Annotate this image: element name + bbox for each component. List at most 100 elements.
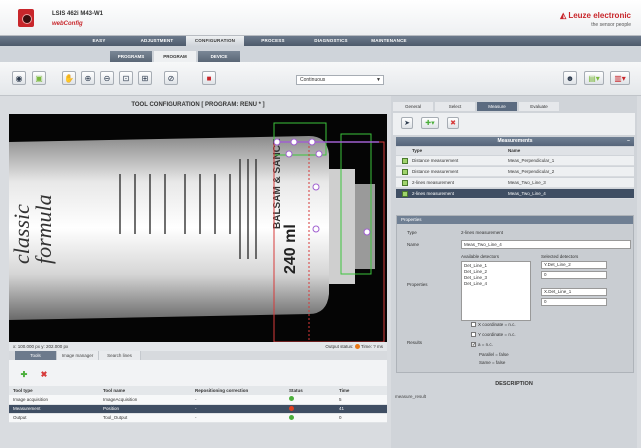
- checkbox-icon[interactable]: [471, 322, 476, 328]
- brand-tagline: the sensor people: [591, 22, 631, 28]
- status-lamp-icon: [354, 344, 360, 350]
- col-tool-type[interactable]: Tool type: [9, 386, 99, 395]
- col-status[interactable]: Status: [285, 386, 335, 395]
- bottle-brand-2: formula: [31, 194, 56, 264]
- checkbox-icon[interactable]: [471, 332, 476, 338]
- result-y-checkbox[interactable]: Y coordinate = n.c.: [471, 332, 516, 338]
- selected-detector-1[interactable]: Y.Det_Line_2: [541, 261, 607, 269]
- table-row[interactable]: Image acquisition ImageAcquisition - 5: [9, 395, 387, 405]
- tool-tabs: General Select Measure Evaluate: [391, 102, 637, 111]
- product-name: webConfig: [52, 21, 83, 27]
- collapse-icon[interactable]: −: [627, 137, 630, 146]
- name-label: Name: [407, 242, 420, 247]
- delete-tool-icon[interactable]: ✖: [39, 369, 49, 379]
- tab-diagnostics[interactable]: DIAGNOSTICS: [302, 36, 360, 46]
- leuze-logo-icon: ◭: [560, 11, 567, 20]
- properties-box: Properties Type 2-lines measurement Name…: [396, 215, 634, 373]
- bottle-volume: 240 ml: [282, 224, 299, 274]
- status-ok-icon: [289, 396, 294, 402]
- camera-icon[interactable]: ◉: [12, 71, 26, 85]
- tools-toolbar: ✚ ✖: [9, 360, 387, 386]
- tab-search-lines[interactable]: Search lines: [99, 351, 141, 360]
- tab-adjustment[interactable]: ADJUSTMENT: [128, 36, 186, 46]
- users-icon[interactable]: ☻: [563, 71, 577, 85]
- table-row[interactable]: Output Tool_Output - 0: [9, 413, 387, 423]
- subtab-programs[interactable]: PROGRAMS: [110, 51, 152, 62]
- brand-logo: ◭ Leuze electronic: [560, 11, 631, 20]
- status-error-icon: [289, 405, 294, 411]
- image-status-bar: x: 100.000 px y: 202.000 px Output statu…: [9, 342, 387, 351]
- add-tool-icon[interactable]: ✚: [19, 369, 29, 379]
- measurements-header: Measurements −: [396, 137, 634, 146]
- check-icon[interactable]: ✓: [471, 342, 476, 348]
- tab-easy[interactable]: EASY: [70, 36, 128, 46]
- save-menu-icon[interactable]: ▤▾: [584, 71, 604, 85]
- available-detectors-label: Available detectors: [461, 254, 499, 259]
- zoom-in-icon[interactable]: ⊕: [81, 71, 95, 85]
- checkbox-icon[interactable]: [402, 157, 408, 164]
- status-ok-icon: [289, 414, 294, 420]
- checkbox-icon[interactable]: [402, 179, 408, 186]
- tab-measure[interactable]: Measure: [477, 102, 517, 111]
- hand-icon[interactable]: ✋: [62, 71, 76, 85]
- tool-configuration-title: TOOL CONFIGURATION [ PROGRAM: RENU * ]: [131, 102, 265, 108]
- result-x-checkbox[interactable]: X coordinate = n.c.: [471, 322, 516, 328]
- device-name: LSIS 462i M43-W1: [52, 11, 104, 17]
- camera-device-icon: [18, 9, 34, 27]
- add-measurement-icon[interactable]: ✚▾: [421, 117, 439, 129]
- export-menu-icon[interactable]: ▥▾: [610, 71, 630, 85]
- trigger-mode-select[interactable]: Continuous ▼: [296, 75, 384, 85]
- available-detectors-list[interactable]: Det_Line_1 Det_Line_2 Det_Line_3 Det_Lin…: [461, 261, 531, 321]
- image-icon[interactable]: ▣: [32, 71, 46, 85]
- zoom-fit-icon[interactable]: ⊡: [119, 71, 133, 85]
- col-repositioning[interactable]: Repositioning correction: [191, 386, 285, 395]
- trigger-icon[interactable]: ■: [202, 71, 216, 85]
- chevron-down-icon: ▼: [376, 77, 381, 83]
- measurements-columns: Type Name: [396, 147, 634, 155]
- list-item[interactable]: Distance measurement Meas_Perpendicular_…: [396, 156, 634, 166]
- name-field[interactable]: Meas_Two_Line_4: [461, 240, 631, 249]
- parallel-result: Parallel = false: [479, 352, 509, 357]
- selected-detector-2-value[interactable]: 0: [541, 298, 607, 306]
- selected-detector-1-value[interactable]: 0: [541, 271, 607, 279]
- list-item[interactable]: 2-lines measurement Meas_Two_Line_3: [396, 178, 634, 188]
- properties-header: Properties: [397, 216, 633, 224]
- measure-toolbar: ➤ ✚▾ ✖: [393, 113, 635, 135]
- col-tool-name[interactable]: Tool name: [99, 386, 191, 395]
- tab-evaluate[interactable]: Evaluate: [519, 102, 559, 111]
- list-item[interactable]: Distance measurement Meas_Perpendicular_…: [396, 167, 634, 177]
- bottle-image: classic formula 240 ml BALSAM & SANCE: [9, 114, 387, 342]
- sub-nav: PROGRAMS PROGRAM DEVICE: [0, 46, 641, 62]
- subtab-device[interactable]: DEVICE: [198, 51, 240, 62]
- description-title: DESCRIPTION: [495, 381, 533, 387]
- tab-maintenance[interactable]: MAINTENANCE: [360, 36, 418, 46]
- tab-configuration[interactable]: CONFIGURATION: [186, 36, 244, 46]
- checkbox-icon[interactable]: [402, 190, 408, 197]
- table-row[interactable]: Measurement Position - 41: [9, 404, 387, 414]
- type-value: 2-lines measurement: [461, 230, 504, 235]
- tab-image-manager[interactable]: Image manager: [57, 351, 99, 360]
- checkbox-icon[interactable]: [402, 168, 408, 175]
- list-item[interactable]: 2-lines measurement Meas_Two_Line_4: [396, 189, 634, 199]
- tab-general[interactable]: General: [393, 102, 433, 111]
- result-a-checkbox[interactable]: ✓ a = n.c.: [471, 342, 493, 348]
- zoom-reset-icon[interactable]: ⊞: [138, 71, 152, 85]
- main-nav: EASY ADJUSTMENT CONFIGURATION PROCESS DI…: [0, 36, 641, 46]
- list-item[interactable]: Det_Line_4: [464, 281, 528, 287]
- tab-process[interactable]: PROCESS: [244, 36, 302, 46]
- subtab-program[interactable]: PROGRAM: [154, 51, 196, 62]
- delete-measurement-icon[interactable]: ✖: [447, 117, 459, 129]
- results-label: Results: [407, 340, 423, 345]
- app-header: LSIS 462i M43-W1 webConfig ◭ Leuze electr…: [0, 0, 641, 36]
- overlay-icon[interactable]: ⊘: [164, 71, 178, 85]
- tools-table: Tool type Tool name Repositioning correc…: [9, 386, 387, 423]
- tab-tools[interactable]: Tools: [15, 351, 57, 360]
- same-result: Same = false: [479, 360, 506, 365]
- col-time[interactable]: Time: [335, 386, 387, 395]
- tab-select[interactable]: Select: [435, 102, 475, 111]
- camera-image-view[interactable]: classic formula 240 ml BALSAM & SANCE: [9, 114, 387, 342]
- properties-label: Properties: [407, 282, 428, 287]
- zoom-out-icon[interactable]: ⊖: [100, 71, 114, 85]
- selected-detector-2[interactable]: X.Det_Line_1: [541, 288, 607, 296]
- pointer-icon[interactable]: ➤: [401, 117, 413, 129]
